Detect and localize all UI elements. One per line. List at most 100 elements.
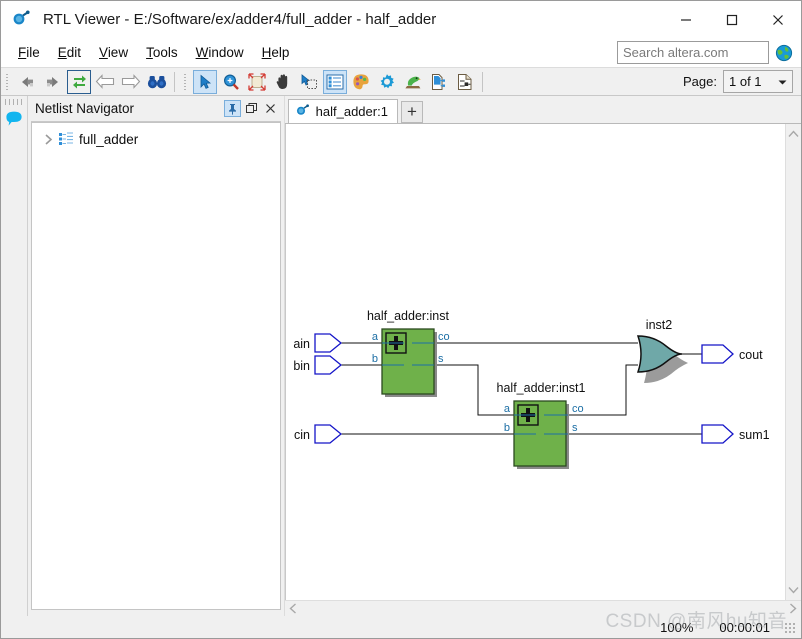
new-tab-button[interactable]: +	[400, 100, 423, 123]
find-icon[interactable]	[145, 70, 169, 94]
svg-text:co: co	[572, 403, 584, 415]
left-dock-grip[interactable]	[4, 99, 23, 105]
hand-tool-icon[interactable]	[271, 70, 295, 94]
area-select-icon[interactable]	[297, 70, 321, 94]
canvas-wrapper: ain bin cin half_adder:inst a b co s hal…	[284, 122, 802, 600]
tree-item-label: full_adder	[78, 131, 139, 147]
select-tool-icon[interactable]	[193, 69, 217, 94]
menu-bar: File Edit View Tools Window Help	[1, 38, 801, 67]
horizontal-scrollbar[interactable]	[284, 600, 801, 617]
settings-gear-icon[interactable]	[375, 70, 399, 94]
svg-text:a: a	[504, 403, 511, 415]
schematic-canvas[interactable]: ain bin cin half_adder:inst a b co s hal…	[284, 123, 785, 600]
left-dock-strip	[1, 96, 28, 616]
menu-view-mnemonic: V	[99, 45, 108, 60]
previous-page-icon[interactable]	[93, 70, 117, 94]
block-half-adder-inst: half_adder:inst a b co s	[367, 309, 450, 397]
restore-panel-button[interactable]	[243, 100, 260, 117]
title-bar: RTL Viewer - E:/Software/ex/adder4/full_…	[1, 1, 801, 38]
hierarchy-list-icon[interactable]	[323, 69, 347, 94]
scroll-up-button[interactable]	[786, 126, 802, 142]
gate-inst2: inst2	[636, 318, 688, 383]
menu-edit-label: dit	[66, 45, 82, 60]
menu-view[interactable]: View	[90, 41, 137, 64]
color-palette-icon[interactable]	[349, 70, 373, 94]
pin-panel-button[interactable]	[223, 100, 241, 117]
scroll-down-button[interactable]	[786, 582, 802, 598]
close-button[interactable]	[755, 1, 801, 38]
page-value: 1 of 1	[729, 74, 762, 89]
toolbar-grip-2[interactable]	[182, 71, 189, 92]
svg-text:ain: ain	[293, 337, 310, 351]
bird-icon[interactable]	[401, 70, 425, 94]
toolbar-separator-1	[174, 71, 175, 92]
page-dropdown[interactable]: 1 of 1	[723, 70, 793, 93]
menu-window-label: indow	[208, 45, 244, 60]
fit-in-window-icon[interactable]	[245, 70, 269, 94]
tree-item-full-adder[interactable]: full_adder	[32, 128, 280, 150]
svg-text:co: co	[438, 331, 450, 343]
close-panel-button[interactable]	[262, 100, 279, 117]
input-port-cin: cin	[294, 424, 342, 444]
globe-icon[interactable]	[775, 44, 793, 62]
window-controls	[663, 1, 801, 38]
svg-text:s: s	[572, 422, 578, 434]
svg-text:a: a	[372, 331, 379, 343]
zoom-level: 100%	[660, 619, 694, 635]
svg-text:cout: cout	[739, 348, 763, 362]
menu-help-mnemonic: H	[261, 45, 272, 60]
menu-window-mnemonic: W	[195, 45, 209, 60]
svg-text:cin: cin	[294, 428, 310, 442]
menu-window[interactable]: Window	[187, 41, 253, 64]
scroll-left-button[interactable]	[285, 601, 301, 617]
chevron-right-icon[interactable]	[42, 133, 56, 145]
menu-file-label: ile	[26, 45, 40, 60]
search-input[interactable]	[617, 41, 769, 64]
svg-text:half_adder:inst: half_adder:inst	[367, 309, 450, 323]
schematic-area: half_adder:1 + ain bin cin half_adder:in…	[284, 96, 802, 617]
status-bar: 100% 00:00:01 CSDN @南风hu知音	[1, 611, 801, 638]
menu-edit[interactable]: Edit	[49, 41, 90, 64]
output-port-cout: cout	[701, 344, 763, 364]
maximize-button[interactable]	[709, 1, 755, 38]
new-tab-label: +	[406, 102, 417, 122]
netlist-navigator-panel: Netlist Navigator full_adder	[27, 96, 285, 616]
window-title: RTL Viewer - E:/Software/ex/adder4/full_…	[43, 11, 437, 28]
zoom-tool-icon[interactable]	[219, 70, 243, 94]
window-resize-grip[interactable]	[784, 621, 795, 633]
block-half-adder-inst1: half_adder:inst1 a b co s	[496, 381, 585, 469]
netlist-tree[interactable]: full_adder	[30, 122, 281, 610]
menu-file-mnemonic: F	[18, 45, 27, 60]
svg-text:half_adder:inst1: half_adder:inst1	[496, 381, 585, 395]
export-schematic-icon[interactable]	[453, 70, 477, 94]
back-icon[interactable]	[15, 70, 39, 94]
svg-text:sum1: sum1	[739, 428, 770, 442]
messages-panel-icon[interactable]	[4, 109, 24, 129]
chevron-down-icon	[778, 74, 787, 89]
page-selector-area: Page: 1 of 1	[683, 70, 793, 93]
main-toolbar: Page: 1 of 1	[1, 67, 801, 96]
rtl-viewer-window: RTL Viewer - E:/Software/ex/adder4/full_…	[0, 0, 802, 639]
input-port-bin: bin	[293, 355, 342, 375]
menu-tools[interactable]: Tools	[137, 41, 187, 64]
tab-half-adder-1[interactable]: half_adder:1	[287, 98, 398, 123]
hierarchy-node-icon	[56, 132, 76, 146]
svg-text:bin: bin	[293, 359, 310, 373]
menu-tools-label: ools	[152, 45, 178, 60]
toolbar-grip-1[interactable]	[4, 71, 11, 92]
menu-help-label: elp	[271, 45, 290, 60]
vertical-scrollbar[interactable]	[785, 123, 802, 600]
menu-tools-mnemonic: T	[146, 45, 153, 60]
schematic-drawing: ain bin cin half_adder:inst a b co s hal…	[293, 309, 770, 469]
menu-file[interactable]: File	[9, 41, 49, 64]
forward-icon[interactable]	[41, 70, 65, 94]
svg-text:s: s	[438, 353, 444, 365]
refresh-icon[interactable]	[67, 69, 91, 94]
minimize-button[interactable]	[663, 1, 709, 38]
elapsed-time: 00:00:01	[719, 619, 770, 635]
export-netlist-icon[interactable]	[427, 70, 451, 94]
scroll-right-button[interactable]	[785, 601, 801, 617]
tab-strip: half_adder:1 +	[284, 96, 801, 123]
next-page-icon[interactable]	[119, 70, 143, 94]
menu-help[interactable]: Help	[253, 41, 299, 64]
